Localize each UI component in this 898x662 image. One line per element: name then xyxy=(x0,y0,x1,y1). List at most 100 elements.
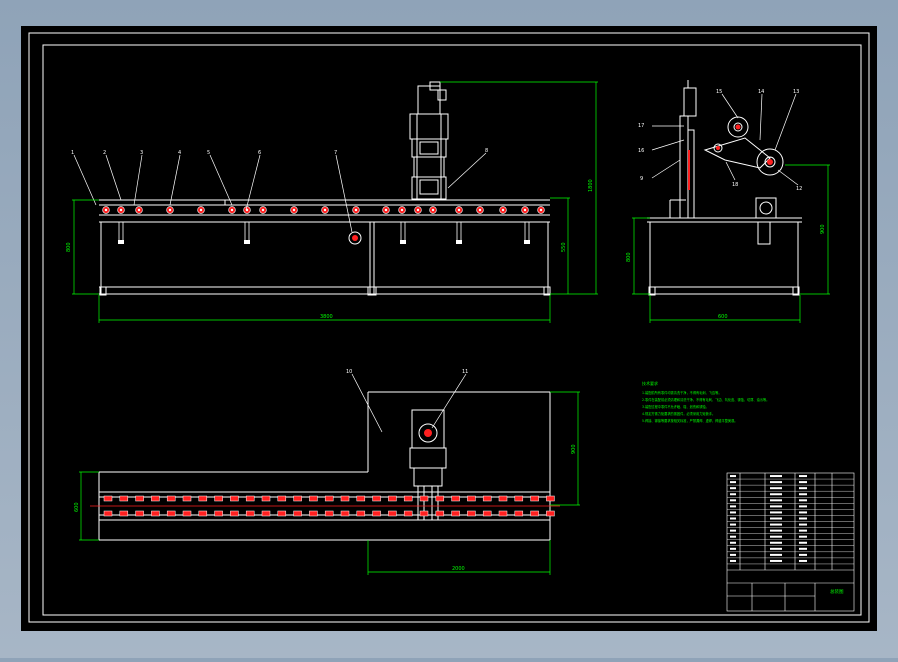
title-cell-mark xyxy=(799,511,807,514)
title-cell-mark xyxy=(799,547,807,550)
top-roller xyxy=(309,510,318,517)
top-roller xyxy=(103,495,113,502)
title-cell-mark xyxy=(730,505,736,508)
title-cell-mark xyxy=(799,541,807,544)
title-cell-mark xyxy=(770,523,782,526)
title-drawing-name: 总装图 xyxy=(830,588,844,595)
top-roller xyxy=(182,510,192,517)
notes-line-2: 2.零件在装配前必须清理和清洗干净，不得有毛刺、飞边、氧化皮、锈蚀、切屑、油污等… xyxy=(642,397,769,402)
front-roller-hub xyxy=(478,208,482,212)
front-label-2: 2 xyxy=(103,150,106,156)
top-roller xyxy=(403,510,413,517)
title-cell-mark xyxy=(799,529,807,532)
top-dim-width: 600 xyxy=(74,502,80,512)
cad-drawing: 1 2 3 4 5 6 7 8 3800 800 1800 550 17 16 … xyxy=(21,26,877,631)
front-roller-hub xyxy=(354,208,358,212)
front-support-foot xyxy=(524,240,530,244)
title-cell-mark xyxy=(770,559,782,562)
top-roller xyxy=(467,510,476,517)
title-cell-mark xyxy=(770,481,782,484)
title-cell-mark xyxy=(770,487,782,490)
top-roller xyxy=(198,495,208,502)
top-roller xyxy=(530,510,539,517)
top-roller xyxy=(151,495,160,502)
title-cell-mark xyxy=(730,493,736,496)
title-cell-mark xyxy=(770,547,782,550)
top-roller xyxy=(135,495,144,502)
top-roller xyxy=(435,495,445,502)
top-roller xyxy=(403,495,413,502)
title-cell-mark xyxy=(799,523,807,526)
notes-line-4: 4.规定拧紧力矩要求的紧固件，必须采用力矩扳手。 xyxy=(642,411,715,416)
title-cell-mark xyxy=(730,481,736,484)
side-label-15: 15 xyxy=(716,89,722,95)
top-roller xyxy=(340,495,350,502)
top-roller xyxy=(482,495,492,502)
top-roller xyxy=(356,495,366,502)
front-label-8: 8 xyxy=(485,148,488,154)
title-cell-mark xyxy=(770,499,782,502)
top-roller xyxy=(482,510,492,517)
front-dim-length: 3800 xyxy=(320,314,333,320)
side-dim-height: 900 xyxy=(820,224,826,234)
top-roller xyxy=(546,510,555,517)
top-roller xyxy=(467,495,476,502)
top-dim-offset: 2000 xyxy=(452,566,465,572)
title-cell-mark xyxy=(730,511,736,514)
top-roller xyxy=(261,510,271,517)
top-roller xyxy=(372,495,381,502)
front-dim-total-height: 1800 xyxy=(588,179,594,192)
cad-viewport: 1 2 3 4 5 6 7 8 3800 800 1800 550 17 16 … xyxy=(0,0,898,658)
top-roller xyxy=(419,510,429,517)
title-cell-mark xyxy=(730,475,736,478)
front-roller-hub xyxy=(104,208,108,212)
front-support-foot xyxy=(400,240,406,244)
top-dim-depth: 900 xyxy=(571,444,577,454)
top-roller xyxy=(388,510,397,517)
top-roller xyxy=(356,510,366,517)
front-support-foot xyxy=(456,240,462,244)
title-cell-mark xyxy=(799,499,807,502)
title-cell-mark xyxy=(799,553,807,556)
top-roller xyxy=(230,495,239,502)
title-cell-mark xyxy=(770,517,782,520)
top-roller xyxy=(340,510,350,517)
side-label-14: 14 xyxy=(758,89,764,95)
title-cell-mark xyxy=(770,493,782,496)
title-cell-mark xyxy=(730,487,736,490)
top-roller xyxy=(388,495,397,502)
top-roller xyxy=(261,495,271,502)
front-roller-hub xyxy=(384,208,388,212)
title-cell-mark xyxy=(730,529,736,532)
front-label-6: 6 xyxy=(258,150,261,156)
side-label-17: 17 xyxy=(638,123,644,129)
front-roller-hub xyxy=(199,208,203,212)
title-cell-mark xyxy=(799,481,807,484)
top-roller xyxy=(103,510,113,517)
front-support-foot xyxy=(244,240,250,244)
front-roller-hub xyxy=(416,208,420,212)
title-cell-mark xyxy=(730,541,736,544)
front-roller-hub xyxy=(539,208,543,212)
top-roller xyxy=(277,495,287,502)
title-cell-mark xyxy=(770,541,782,544)
top-roller xyxy=(230,510,239,517)
front-label-3: 3 xyxy=(140,150,143,156)
top-roller xyxy=(514,495,524,502)
top-roller xyxy=(293,495,302,502)
notes-line-1: 1.装配前所有零件均需清洗干净，不得有毛刺、飞边等。 xyxy=(642,390,722,395)
top-roller xyxy=(309,495,318,502)
top-roller xyxy=(166,510,176,517)
title-cell-mark xyxy=(799,559,807,562)
top-roller xyxy=(324,495,334,502)
top-roller xyxy=(451,510,460,517)
top-roller xyxy=(214,510,223,517)
notes-line-5: 5.焊接、铆接等要求按相关标准，严禁漏焊、虚焊，焊缝平整美观。 xyxy=(642,418,737,423)
top-roller xyxy=(214,495,223,502)
top-roller xyxy=(182,495,192,502)
front-roller-hub xyxy=(501,208,505,212)
side-marker-strip xyxy=(688,150,690,190)
front-roller-hub xyxy=(431,208,435,212)
top-label-11: 11 xyxy=(462,369,468,375)
top-roller xyxy=(451,495,460,502)
